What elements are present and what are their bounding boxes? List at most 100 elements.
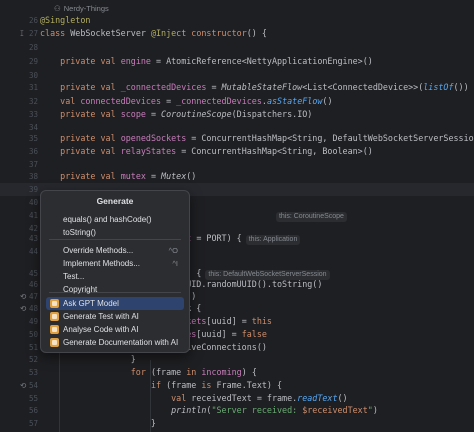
code-token: _connectedDevices — [120, 82, 207, 92]
code-line[interactable]: 52 } — [0, 353, 474, 366]
generate-popup: Generate equals() and hashCode() toString… — [40, 190, 190, 353]
code-token: () — [322, 96, 333, 106]
gutter-icon[interactable]: ⟲ — [20, 302, 26, 315]
code-token: engine — [120, 56, 151, 66]
menu-item-equals-and-hashcode[interactable]: equals() and hashCode() — [46, 213, 184, 226]
line-number: 27 — [28, 29, 38, 38]
line-number: 33 — [28, 110, 38, 119]
code-token: ) — [372, 405, 378, 415]
code-line[interactable]: 56 println("Server received: $receivedTe… — [0, 404, 474, 417]
code-text: } — [40, 417, 156, 430]
code-text: class WebSocketServer @Inject constructo… — [40, 27, 267, 40]
menu-item-label: Ask GPT Model — [63, 299, 119, 308]
code-line[interactable]: 28 — [0, 41, 474, 54]
code-token: connectedDevices — [80, 96, 162, 106]
menu-item-implement-methods[interactable]: Implement Methods... ^I — [46, 257, 184, 270]
menu-item-generate-documentation-with-ai[interactable]: Generate Documentation with AI — [46, 336, 184, 349]
line-number: 29 — [28, 57, 38, 66]
line-number: 44 — [28, 247, 38, 256]
code-token: private val — [40, 56, 121, 66]
menu-item-ask-gpt-model[interactable]: Ask GPT Model — [46, 297, 184, 310]
menu-item-tostring[interactable]: toString() — [46, 226, 184, 239]
code-line[interactable]: 31 private val _connectedDevices = Mutab… — [0, 81, 474, 94]
line-number: 50 — [28, 330, 38, 339]
code-token: class — [40, 28, 71, 38]
code-token: = ConcurrentHashMap<String, DefaultWebSo… — [186, 133, 474, 143]
gutter-icon[interactable]: ꕯ — [20, 27, 24, 40]
code-token: (frame — [161, 380, 202, 390]
menu-item-generate-test-with-ai[interactable]: Generate Test with AI — [46, 310, 184, 323]
code-token: false — [241, 329, 267, 339]
menu-item-override-methods[interactable]: Override Methods... ^O — [46, 244, 184, 257]
inlay-hint: this: CoroutineScope — [275, 212, 347, 222]
code-line[interactable]: 54 ⟲ if (frame is Frame.Text) { — [0, 379, 474, 392]
code-text: if (frame is Frame.Text) { — [40, 379, 282, 392]
code-text: private val mutex = Mutex() — [40, 170, 196, 183]
code-line[interactable]: 53 for (frame in incoming) { — [0, 366, 474, 379]
code-line[interactable]: 26 @Singleton — [0, 14, 474, 27]
code-token: (frame — [145, 367, 187, 377]
code-token: ()) — [453, 82, 469, 92]
line-number: 36 — [28, 147, 38, 156]
code-token: ) — [191, 291, 197, 301]
gutter-icon[interactable]: ⟲ — [20, 379, 26, 392]
code-token: } — [40, 354, 136, 364]
code-token: private val — [40, 133, 121, 143]
line-number: 35 — [28, 134, 38, 143]
code-line[interactable]: 33 private val scope = CoroutineScope(Di… — [0, 108, 474, 121]
code-token: private val — [40, 171, 121, 181]
code-token: mutex — [120, 171, 146, 181]
menu-item-label: Generate Test with AI — [63, 312, 139, 321]
menu-item-analyse-code-with-ai[interactable]: Analyse Code with AI — [46, 323, 184, 336]
code-line[interactable]: 57 } — [0, 417, 474, 430]
code-token: () — [337, 393, 348, 403]
ai-assistant-icon — [50, 299, 59, 308]
code-token: @Inject — [150, 28, 192, 38]
code-token: WebSocketServer — [70, 28, 151, 38]
line-number: 54 — [28, 381, 38, 390]
code-text: private val relayStates = ConcurrentHash… — [40, 145, 373, 158]
code-token: this — [251, 316, 272, 326]
code-text: private val _connectedDevices = MutableS… — [40, 81, 469, 94]
code-token: scope — [120, 109, 146, 119]
code-token: CoroutineScope — [161, 109, 232, 119]
code-token: receivedText = frame. — [191, 393, 298, 403]
code-token: = — [161, 96, 177, 106]
code-token: } — [40, 418, 156, 428]
code-token: MutableStateFlow — [221, 82, 303, 92]
code-text: println("Server received: $receivedText"… — [40, 404, 378, 417]
line-number: 40 — [28, 198, 38, 207]
line-number: 56 — [28, 406, 38, 415]
code-line[interactable]: 32 val connectedDevices = _connectedDevi… — [0, 95, 474, 108]
menu-item-copyright[interactable]: Copyright — [46, 283, 184, 296]
code-token: = PORT) { — [191, 233, 242, 243]
line-number: 39 — [28, 185, 38, 194]
popup-title: Generate — [96, 196, 134, 206]
menu-separator — [49, 239, 181, 240]
code-line[interactable]: 36 private val relayStates = ConcurrentH… — [0, 145, 474, 158]
line-number: 48 — [28, 304, 38, 313]
code-token: Mutex — [161, 171, 187, 181]
code-token: is — [201, 380, 212, 390]
code-line[interactable]: 35 private val openedSockets = Concurren… — [0, 132, 474, 145]
code-text: @Singleton — [40, 14, 90, 27]
code-token: ) { — [241, 367, 257, 377]
menu-item-shortcut: ^I — [172, 259, 178, 268]
code-line[interactable]: 27 ꕯ class WebSocketServer @Inject constru… — [0, 27, 474, 40]
code-text: } — [40, 353, 136, 366]
code-line[interactable]: 29 private val engine = AtomicReference<… — [0, 55, 474, 68]
code-token: [uuid] = — [206, 316, 252, 326]
inlay-hint: this: Application — [245, 235, 301, 245]
code-token: constructor — [191, 28, 247, 38]
code-token: private val — [40, 146, 121, 156]
code-text: private val openedSockets = ConcurrentHa… — [40, 132, 474, 145]
menu-item-label: Copyright — [63, 285, 98, 294]
code-token: [uuid] = — [196, 329, 242, 339]
code-token: private val — [40, 82, 121, 92]
line-number: 26 — [28, 16, 38, 25]
menu-item-test[interactable]: Test... — [46, 270, 184, 283]
code-line[interactable]: 38 private val mutex = Mutex() — [0, 170, 474, 183]
code-token: $receivedText — [302, 405, 368, 415]
code-token: = ConcurrentHashMap<String, Boolean>() — [176, 146, 373, 156]
code-token: incoming — [201, 367, 242, 377]
